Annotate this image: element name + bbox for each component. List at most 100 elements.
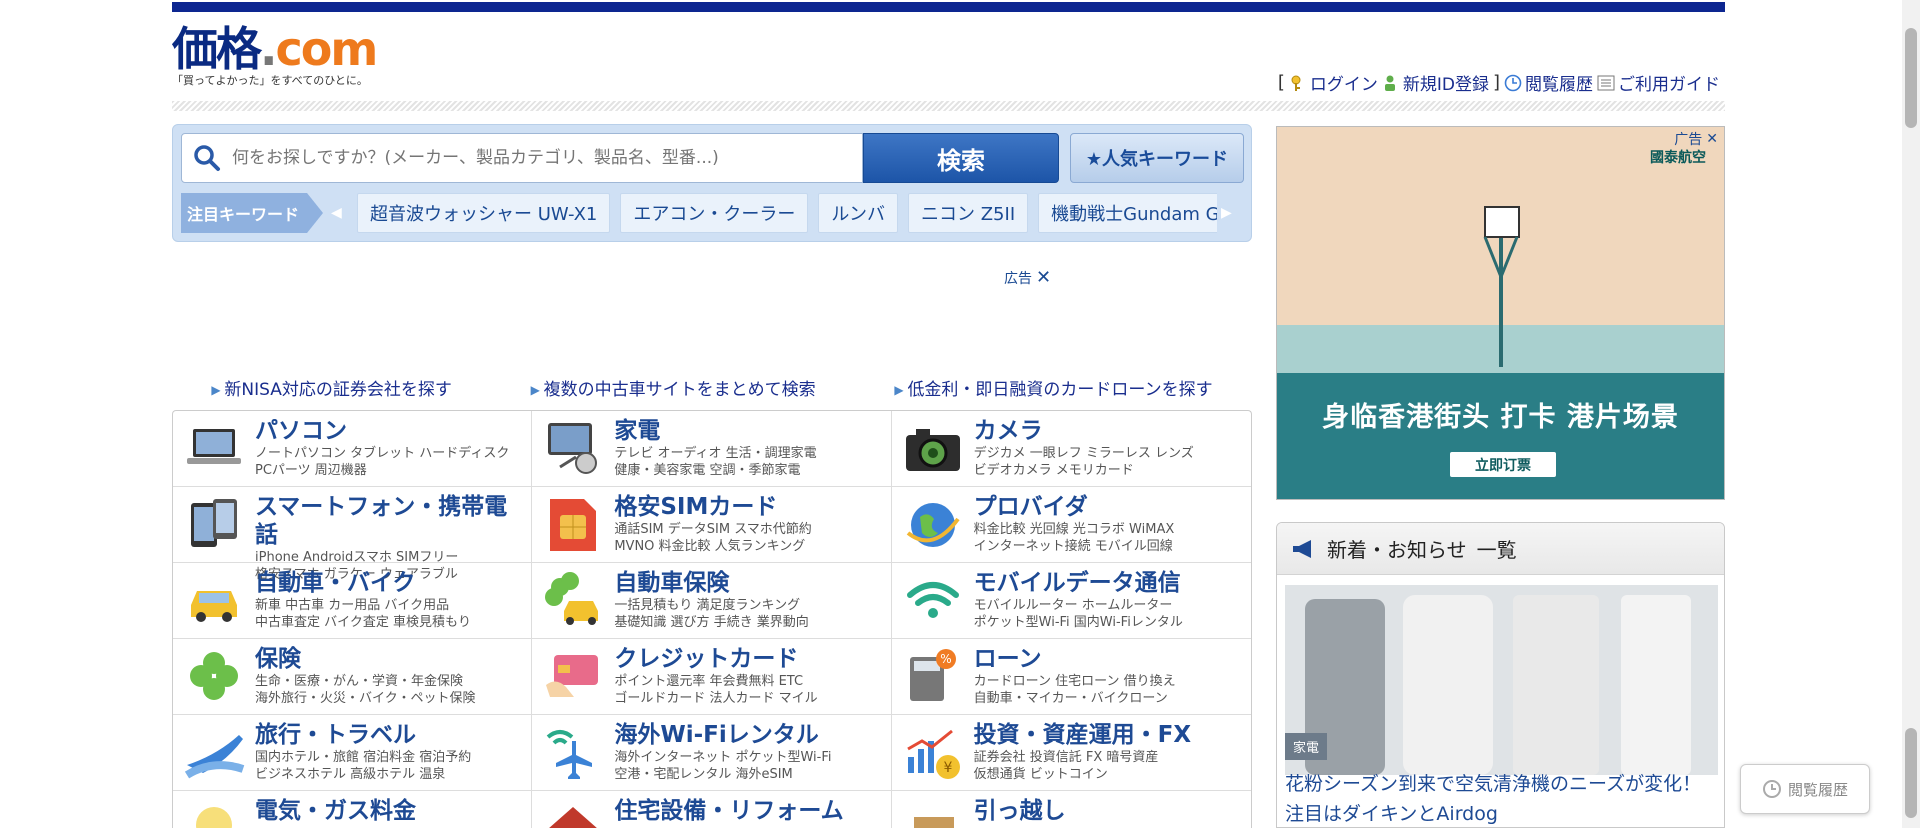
category-title[interactable]: 海外Wi-Fiレンタル	[614, 721, 882, 749]
wifi-plane-icon	[547, 730, 593, 779]
category-title[interactable]: クレジットカード	[614, 645, 882, 673]
promo-link[interactable]: 低金利・即日融資のカードローンを探す	[894, 375, 1212, 400]
category-title[interactable]: 格安SIMカード	[614, 493, 882, 521]
category-cell[interactable]: 保険 生命・医療・がん・学資・年金保険 海外旅行・火災・バイク・ペット保険	[173, 639, 533, 715]
category-cell[interactable]: ¥ 投資・資産運用・FX 証券会社 投資信託 FX 暗号資産 仮想通貨 ビットコイン	[891, 715, 1251, 791]
category-title[interactable]: 自動車保険	[614, 569, 882, 597]
header-links: [ ログイン 新規ID登録 ] 閲覧履歴 ご利用ガイド	[1278, 70, 1720, 95]
trending-label: 注目キーワード	[181, 193, 323, 233]
category-subtitle[interactable]: モバイルルーター ホームルーター	[974, 597, 1243, 614]
category-subtitle[interactable]: 生命・医療・がん・学資・年金保険	[255, 673, 523, 690]
search-input[interactable]	[232, 148, 852, 168]
category-title[interactable]: 引っ越し	[974, 797, 1243, 825]
category-subtitle[interactable]: 料金比較 光回線 光コラボ WiMAX	[974, 521, 1243, 538]
category-cell[interactable]: 海外Wi-Fiレンタル 海外インターネット ポケット型Wi-Fi 空港・宅配レンタル…	[532, 715, 892, 791]
guide-link[interactable]: ご利用ガイド	[1597, 70, 1720, 95]
category-cell[interactable]: 旅行・トラベル 国内ホテル・旅館 宿泊料金 宿泊予約 ビジネスホテル 高級ホテル 温…	[173, 715, 533, 791]
floating-history-button[interactable]: 閲覧履歴	[1740, 764, 1870, 814]
category-cell[interactable]: カメラ デジカメ 一眼レフ ミラーレス レンズ ビデオカメラ メモリカード	[891, 411, 1251, 487]
promo-link[interactable]: 新NISA対応の証券会社を探す	[211, 375, 451, 400]
search-button[interactable]: 検索	[863, 133, 1059, 183]
news-image[interactable]	[1285, 585, 1718, 775]
category-cell[interactable]: 格安SIMカード 通話SIM データSIM スマホ代節約 MVNO 料金比較 人気ラ…	[532, 487, 892, 563]
category-title[interactable]: 自動車・バイク	[255, 569, 523, 597]
ad-photo	[1277, 127, 1724, 499]
category-subtitle[interactable]: PCパーツ 周辺機器	[255, 462, 523, 479]
category-title[interactable]: 旅行・トラベル	[255, 721, 523, 749]
category-subtitle[interactable]: 自動車・マイカー・バイクローン	[974, 690, 1243, 707]
chevron-left-icon[interactable]: ◀	[331, 205, 351, 221]
news-more-link[interactable]: 一覧	[1477, 534, 1517, 563]
site-logo[interactable]: 価格.com 「買ってよかった」をすべてのひとに。	[172, 22, 378, 88]
category-title[interactable]: カメラ	[974, 417, 1243, 445]
category-subtitle[interactable]: ポケット型Wi-Fi 国内Wi-Fiレンタル	[974, 614, 1243, 631]
register-link[interactable]: 新規ID登録	[1382, 70, 1489, 95]
scrollbar-thumb[interactable]	[1905, 28, 1917, 128]
scrollbar-thumb-lower[interactable]	[1905, 728, 1917, 818]
category-subtitle[interactable]: ゴールドカード 法人カード マイル	[614, 690, 882, 707]
category-subtitle[interactable]: ビデオカメラ メモリカード	[974, 462, 1243, 479]
category-subtitle[interactable]: カードローン 住宅ローン 借り換え	[974, 673, 1243, 690]
category-subtitle[interactable]: 海外旅行・火災・バイク・ペット保険	[255, 690, 523, 707]
category-title[interactable]: 住宅設備・リフォーム	[614, 797, 882, 825]
category-subtitle[interactable]: デジカメ 一眼レフ ミラーレス レンズ	[974, 445, 1243, 462]
category-title[interactable]: ローン	[974, 645, 1243, 673]
promo-link[interactable]: 複数の中古車サイトをまとめて検索	[531, 375, 816, 400]
category-title[interactable]: パソコン	[255, 417, 523, 445]
category-body: 家電 テレビ オーディオ 生活・調理家電 健康・美容家電 空調・季節家電	[614, 417, 882, 486]
close-icon[interactable]: ✕	[1036, 267, 1051, 288]
news-headline-link[interactable]: 花粉シーズン到来で空気清浄機のニーズが変化！ 注目はダイキンとAirdog	[1285, 769, 1718, 827]
category-cell[interactable]: % ローン カードローン 住宅ローン 借り換え 自動車・マイカー・バイクローン	[891, 639, 1251, 715]
category-title[interactable]: 電気・ガス料金	[255, 797, 523, 825]
category-subtitle[interactable]: 国内ホテル・旅館 宿泊料金 宿泊予約	[255, 749, 523, 766]
keyword-chip[interactable]: 機動戦士Gundam G	[1038, 193, 1217, 233]
laptop-icon	[187, 429, 241, 464]
category-title[interactable]: 家電	[614, 417, 882, 445]
login-link[interactable]: ログイン	[1289, 70, 1378, 95]
category-cell[interactable]: モバイルデータ通信 モバイルルーター ホームルーター ポケット型Wi-Fi 国内Wi…	[891, 563, 1251, 639]
category-cell[interactable]: クレジットカード ポイント還元率 年会費無料 ETC ゴールドカード 法人カード マ…	[532, 639, 892, 715]
category-subtitle[interactable]: 中古車査定 バイク査定 車検見積もり	[255, 614, 523, 631]
chevron-right-icon[interactable]: ▶	[1221, 205, 1232, 221]
close-icon[interactable]: ✕	[1706, 131, 1718, 147]
category-subtitle[interactable]: 基礎知識 選び方 手続き 業界動向	[614, 614, 882, 631]
category-title[interactable]: スマートフォン・携帯電話	[255, 493, 523, 549]
category-subtitle[interactable]: 新車 中古車 カー用品 バイク用品	[255, 597, 523, 614]
category-title[interactable]: 保険	[255, 645, 523, 673]
category-cell[interactable]: スマートフォン・携帯電話 iPhone Androidスマホ SIMフリー 格安スマ…	[173, 487, 533, 582]
category-subtitle[interactable]: 証券会社 投資信託 FX 暗号資産	[974, 749, 1243, 766]
category-cell[interactable]: 自動車・バイク 新車 中古車 カー用品 バイク用品 中古車査定 バイク査定 車検見積…	[173, 563, 533, 639]
keyword-chip[interactable]: 超音波ウォッシャー UW-X1	[357, 193, 611, 233]
category-title[interactable]: プロバイダ	[974, 493, 1243, 521]
category-subtitle[interactable]: 空港・宅配レンタル 海外eSIM	[614, 766, 882, 783]
category-cell[interactable]: 家電 テレビ オーディオ 生活・調理家電 健康・美容家電 空調・季節家電	[532, 411, 892, 487]
category-subtitle[interactable]: ノートパソコン タブレット ハードディスク	[255, 445, 523, 462]
category-subtitle[interactable]: 健康・美容家電 空調・季節家電	[614, 462, 882, 479]
category-subtitle[interactable]: 通話SIM データSIM スマホ代節約	[614, 521, 882, 538]
category-subtitle[interactable]: ポイント還元率 年会費無料 ETC	[614, 673, 882, 690]
category-cell[interactable]: プロバイダ 料金比較 光回線 光コラボ WiMAX インターネット接続 モバイル回線	[891, 487, 1251, 563]
scrollbar[interactable]	[1902, 0, 1920, 828]
category-cell[interactable]: 住宅設備・リフォーム	[532, 791, 892, 828]
category-cell[interactable]: 自動車保険 一括見積もり 満足度ランキング 基礎知識 選び方 手続き 業界動向	[532, 563, 892, 639]
category-subtitle[interactable]: 海外インターネット ポケット型Wi-Fi	[614, 749, 882, 766]
keyword-chip[interactable]: ニコン Z5II	[908, 193, 1029, 233]
category-subtitle[interactable]: 仮想通貨 ビットコイン	[974, 766, 1243, 783]
category-cell[interactable]: パソコン ノートパソコン タブレット ハードディスク PCパーツ 周辺機器	[173, 411, 533, 487]
category-subtitle[interactable]: 一括見積もり 満足度ランキング	[614, 597, 882, 614]
category-subtitle[interactable]: MVNO 料金比較 人気ランキング	[614, 538, 882, 555]
logo-text: 価格.com	[172, 22, 378, 76]
category-cell[interactable]: 電気・ガス料金	[173, 791, 533, 828]
popular-keywords-button[interactable]: ★人気キーワード	[1070, 133, 1244, 183]
keyword-chip[interactable]: ルンバ	[818, 193, 898, 233]
category-subtitle[interactable]: ビジネスホテル 高級ホテル 温泉	[255, 766, 523, 783]
category-cell[interactable]: 引っ越し	[892, 791, 1251, 828]
category-title[interactable]: モバイルデータ通信	[974, 569, 1243, 597]
ad-cta-button[interactable]: 立即订票	[1450, 452, 1556, 477]
right-banner-ad[interactable]: 广告 ✕ 國泰航空 身临香港街头 打卡 港片场景 立即订票	[1276, 126, 1725, 500]
category-subtitle[interactable]: インターネット接続 モバイル回線	[974, 538, 1243, 555]
history-link[interactable]: 閲覧履歴	[1504, 70, 1593, 95]
keyword-chip[interactable]: エアコン・クーラー	[620, 193, 809, 233]
category-title[interactable]: 投資・資産運用・FX	[974, 721, 1243, 749]
category-subtitle[interactable]: テレビ オーディオ 生活・調理家電	[614, 445, 882, 462]
